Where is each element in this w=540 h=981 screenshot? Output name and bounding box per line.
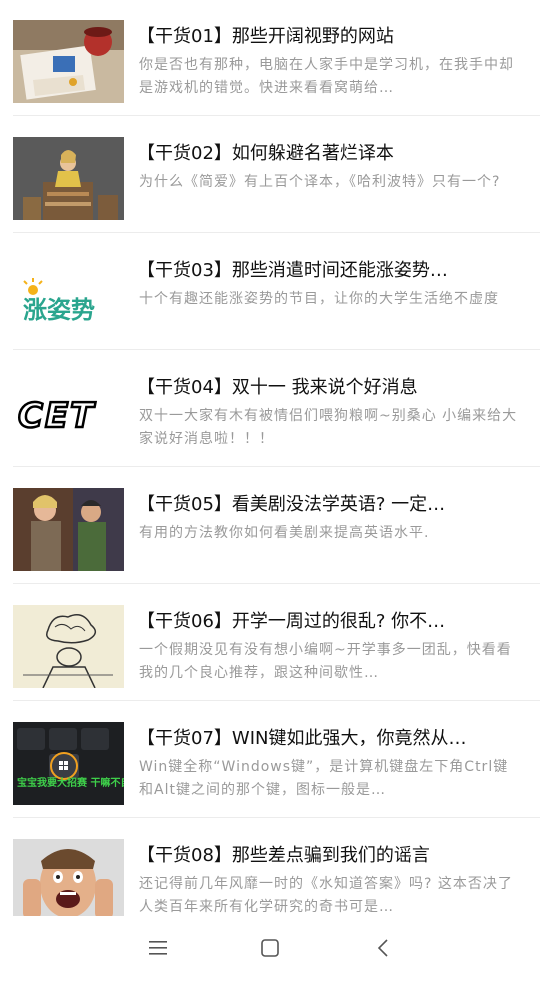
article-thumbnail bbox=[13, 839, 124, 922]
item-divider bbox=[13, 349, 540, 350]
article-item[interactable]: 【干货02】如何躲避名著烂译本 为什么《简爱》有上百个译本，《哈利波特》只有一个… bbox=[0, 117, 540, 233]
article-thumbnail: 宝宝我要大招赛 干嘛不自拔! bbox=[13, 722, 124, 805]
article-title[interactable]: 【干货03】那些消遣时间还能涨姿势… bbox=[137, 258, 522, 284]
system-navigation-bar bbox=[0, 916, 540, 981]
menu-button[interactable] bbox=[136, 930, 180, 966]
item-divider bbox=[13, 700, 540, 701]
article-title[interactable]: 【干货05】看美剧没法学英语? 一定… bbox=[137, 492, 522, 518]
item-divider bbox=[13, 817, 540, 818]
article-description: 双十一大家有木有被情侣们喂狗粮啊~别桑心 小编来给大家说好消息啦！！！ bbox=[139, 408, 518, 447]
article-title[interactable]: 【干货02】如何躲避名著烂译本 bbox=[137, 141, 522, 167]
back-button[interactable] bbox=[361, 930, 405, 966]
article-title[interactable]: 【干货04】双十一 我来说个好消息 bbox=[137, 375, 522, 401]
article-item[interactable]: 【干货05】看美剧没法学英语? 一定… 有用的方法教你如何看美剧来提高英语水平. bbox=[0, 468, 540, 584]
article-title[interactable]: 【干货01】那些开阔视野的网站 bbox=[137, 24, 522, 50]
article-thumbnail bbox=[13, 20, 124, 103]
article-description: 为什么《简爱》有上百个译本，《哈利波特》只有一个? bbox=[139, 174, 501, 190]
article-title[interactable]: 【干货07】WIN键如此强大，你竟然从… bbox=[137, 726, 522, 752]
article-description: 还记得前几年风靡一时的《水知道答案》吗? 这本否决了人类百年来所有化学研究的奇书… bbox=[139, 876, 513, 915]
article-thumbnail: 涨姿势 bbox=[13, 254, 124, 337]
item-divider bbox=[13, 466, 540, 467]
article-description: Win键全称“Windows键”，是计算机键盘左下角Ctrl键和Alt键之间的那… bbox=[139, 759, 509, 798]
article-description: 你是否也有那种，电脑在人家手中是学习机，在我手中却是游戏机的错觉。快进来看看窝萌… bbox=[139, 57, 514, 96]
home-icon bbox=[261, 939, 279, 957]
logo-text: 涨姿势 bbox=[23, 296, 95, 324]
article-thumbnail bbox=[13, 488, 124, 571]
back-icon bbox=[377, 939, 388, 957]
article-thumbnail: CET bbox=[13, 371, 124, 454]
item-divider bbox=[13, 232, 540, 233]
article-thumbnail bbox=[13, 137, 124, 220]
item-divider bbox=[13, 115, 540, 116]
article-title[interactable]: 【干货08】那些差点骗到我们的谣言 bbox=[137, 843, 522, 869]
article-description: 十个有趣还能涨姿势的节目，让你的大学生活绝不虚度 bbox=[139, 291, 499, 307]
home-button[interactable] bbox=[248, 930, 292, 966]
article-item[interactable]: 【干货01】那些开阔视野的网站 你是否也有那种，电脑在人家手中是学习机，在我手中… bbox=[0, 0, 540, 116]
article-description: 有用的方法教你如何看美剧来提高英语水平. bbox=[139, 525, 430, 541]
menu-icon bbox=[149, 941, 167, 955]
logo-bulb-icon bbox=[28, 285, 38, 295]
item-divider bbox=[13, 583, 540, 584]
article-item[interactable]: 涨姿势 【干货03】那些消遣时间还能涨姿势… 十个有趣还能涨姿势的节目，让你的大… bbox=[0, 234, 540, 350]
article-item[interactable]: 宝宝我要大招赛 干嘛不自拔! 【干货07】WIN键如此强大，你竟然从… Win键… bbox=[0, 702, 540, 818]
article-description: 一个假期没见有没有想小编啊~开学事多一团乱，快看看我的几个良心推荐，跟这种间歇性… bbox=[139, 642, 512, 681]
meme-caption-text: 宝宝我要大招赛 干嘛不自拔! bbox=[17, 776, 124, 789]
article-title[interactable]: 【干货06】开学一周过的很乱? 你不… bbox=[137, 609, 522, 635]
logo-text: CET bbox=[18, 396, 96, 436]
article-thumbnail bbox=[13, 605, 124, 688]
article-item[interactable]: CET 【干货04】双十一 我来说个好消息 双十一大家有木有被情侣们喂狗粮啊~别… bbox=[0, 351, 540, 467]
article-item[interactable]: 【干货06】开学一周过的很乱? 你不… 一个假期没见有没有想小编啊~开学事多一团… bbox=[0, 585, 540, 701]
